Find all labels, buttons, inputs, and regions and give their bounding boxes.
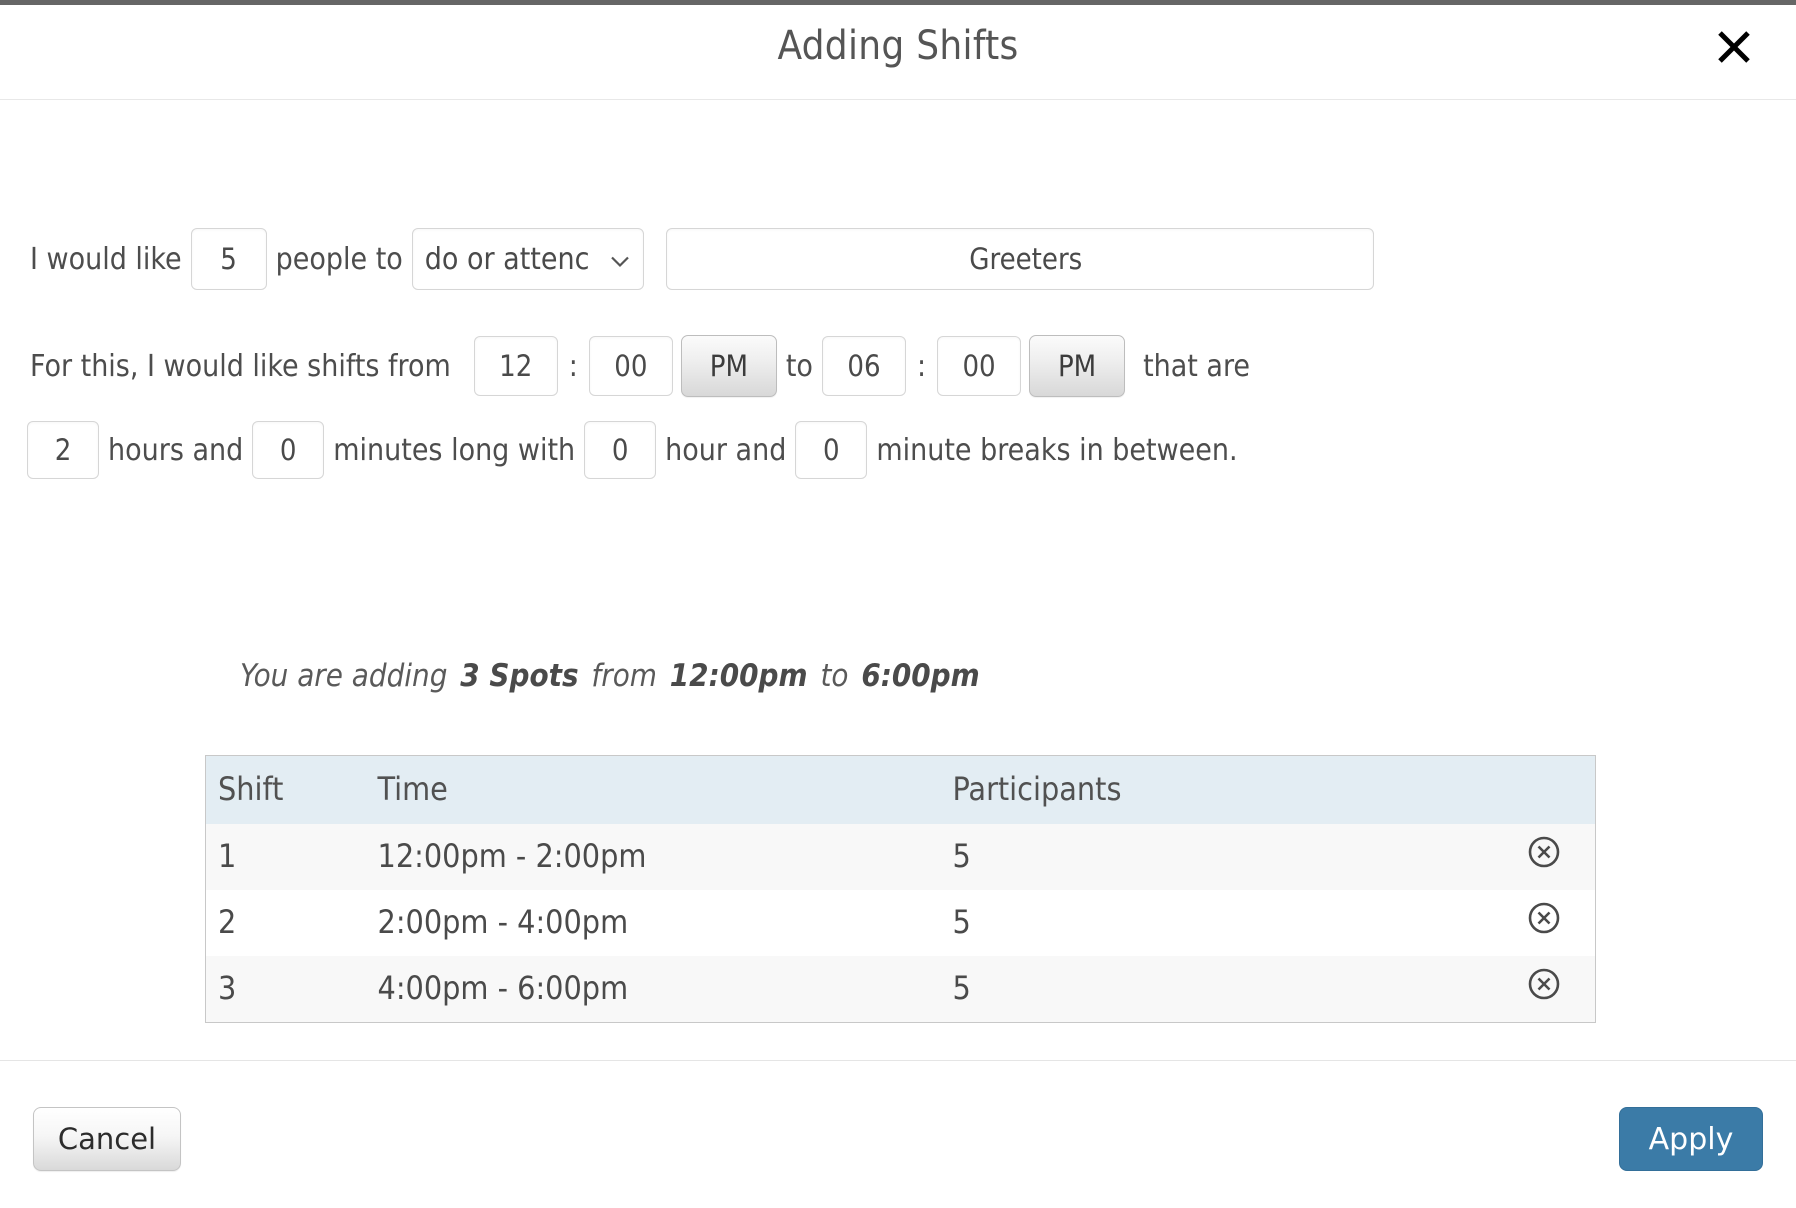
cell-participants: 5 — [952, 903, 971, 941]
table-row: 2 2:00pm - 4:00pm 5 — [205, 890, 1596, 956]
dialog-body: I would like people to do or attenc For … — [0, 100, 1796, 1060]
cell-time: 4:00pm - 6:00pm — [377, 969, 629, 1007]
start-time-colon: : — [568, 348, 578, 384]
cell-shift: 1 — [218, 837, 237, 875]
cell-time: 2:00pm - 4:00pm — [377, 903, 629, 941]
shift-summary-text: You are adding 3 Spots from 12:00pm to 6… — [236, 658, 980, 694]
column-header-time: Time — [365, 755, 941, 824]
cell-time: 12:00pm - 2:00pm — [377, 837, 647, 875]
summary-lead: You are adding — [240, 658, 448, 694]
shifts-table: Shift Time Participants 1 12:00pm - 2:00… — [205, 755, 1596, 1023]
start-meridiem-toggle[interactable]: PM — [680, 335, 777, 397]
cell-shift: 3 — [218, 969, 237, 1007]
summary-end-time: 6:00pm — [861, 658, 980, 694]
summary-from-label: from — [591, 658, 657, 694]
column-header-shift: Shift — [205, 755, 366, 824]
minute-breaks-label: minute breaks in between. — [876, 432, 1238, 468]
dialog-header: Adding Shifts — [0, 5, 1796, 100]
shifts-table-head: Shift Time Participants — [205, 755, 1596, 824]
cell-shift: 2 — [218, 903, 237, 941]
shift-quantity-row: I would like people to do or attenc — [30, 228, 1374, 290]
table-row: 1 12:00pm - 2:00pm 5 — [205, 824, 1596, 890]
remove-circle-icon[interactable] — [1527, 967, 1561, 1001]
column-header-participants: Participants — [940, 755, 1441, 824]
people-count-input[interactable] — [190, 228, 267, 290]
end-minute-input[interactable] — [937, 336, 1022, 396]
apply-button[interactable]: Apply — [1619, 1107, 1763, 1171]
minutes-long-with-label: minutes long with — [333, 432, 576, 468]
activity-kind-select-wrapper: do or attenc — [411, 228, 644, 290]
activity-kind-select[interactable]: do or attenc — [411, 228, 644, 290]
summary-to-label: to — [820, 658, 849, 694]
end-time-colon: : — [916, 348, 927, 384]
table-header-row: Shift Time Participants — [205, 755, 1596, 824]
cell-actions — [1441, 824, 1596, 890]
start-minute-input[interactable] — [588, 336, 673, 396]
duration-hours-input[interactable] — [27, 421, 99, 479]
remove-circle-icon[interactable] — [1527, 835, 1561, 869]
shift-duration-row: hours and minutes long with hour and min… — [27, 421, 1247, 479]
remove-circle-icon[interactable] — [1527, 901, 1561, 935]
dialog-footer: Cancel Apply — [0, 1060, 1796, 1208]
shift-time-range-row: For this, I would like shifts from : PM … — [30, 335, 1259, 397]
start-hour-input[interactable] — [473, 336, 558, 396]
hour-and-label: hour and — [665, 432, 787, 468]
cancel-button[interactable]: Cancel — [33, 1107, 181, 1171]
cell-actions — [1441, 890, 1596, 956]
close-icon[interactable] — [1708, 21, 1760, 73]
cell-participants: 5 — [952, 837, 971, 875]
summary-spots: 3 Spots — [460, 658, 579, 694]
column-header-actions — [1440, 755, 1596, 824]
shifts-table-body: 1 12:00pm - 2:00pm 5 2 2:00pm - 4:00pm 5… — [205, 824, 1596, 1023]
would-like-label: I would like — [30, 241, 182, 277]
end-hour-input[interactable] — [821, 336, 906, 396]
adding-shifts-dialog: Adding Shifts I would like people to do … — [0, 0, 1796, 1208]
hours-and-label: hours and — [108, 432, 244, 468]
duration-minutes-input[interactable] — [252, 421, 325, 479]
cell-actions — [1441, 956, 1596, 1023]
table-row: 3 4:00pm - 6:00pm 5 — [205, 956, 1596, 1023]
dialog-title: Adding Shifts — [777, 23, 1019, 69]
break-hours-input[interactable] — [584, 421, 657, 479]
shift-title-input[interactable] — [665, 228, 1374, 290]
to-label: to — [785, 348, 813, 384]
cell-participants: 5 — [952, 969, 971, 1007]
people-to-label: people to — [275, 241, 403, 277]
summary-start-time: 12:00pm — [669, 658, 808, 694]
end-meridiem-toggle[interactable]: PM — [1029, 335, 1126, 397]
that-are-label: that are — [1143, 348, 1251, 384]
break-minutes-input[interactable] — [795, 421, 868, 479]
shifts-from-label: For this, I would like shifts from — [30, 348, 451, 384]
